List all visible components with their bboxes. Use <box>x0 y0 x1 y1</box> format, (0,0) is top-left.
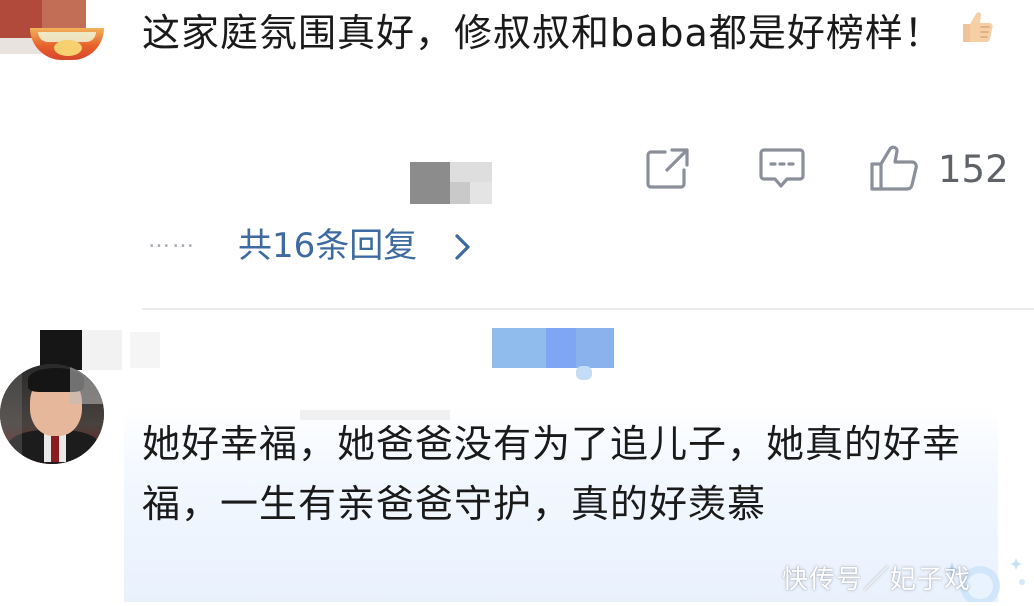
share-button[interactable] <box>645 146 691 190</box>
watermelon-badge-icon <box>30 28 104 60</box>
mosaic-censor <box>410 162 492 204</box>
watermark: 快传号／妃子戏 <box>782 565 972 595</box>
chevron-right-icon[interactable] <box>452 232 474 262</box>
username-mosaic-censor <box>492 328 614 380</box>
comment-button[interactable] <box>757 146 807 190</box>
like-count: 152 <box>938 148 1009 191</box>
avatar-blur <box>70 364 104 404</box>
avatar-blur <box>0 364 22 464</box>
comment-body: 这家庭氛围真好，修叔叔和baba都是好榜样！ <box>142 11 943 55</box>
thumbs-up-icon <box>870 145 918 191</box>
view-replies-link[interactable]: 共16条回复 <box>238 222 417 270</box>
mosaic-censor <box>130 332 160 368</box>
comment-divider <box>142 308 1034 310</box>
reply-dots: …… <box>148 228 196 253</box>
like-button[interactable] <box>868 144 920 192</box>
avatar[interactable] <box>0 364 104 464</box>
comment-text: 这家庭氛围真好，修叔叔和baba都是好榜样！ <box>142 4 1002 62</box>
comment-icon <box>759 148 805 188</box>
avatar[interactable] <box>0 0 112 62</box>
avatar-tie <box>51 436 59 462</box>
share-icon <box>646 148 689 189</box>
thumbs-up-emoji-icon <box>957 4 997 62</box>
comment-text: 她好幸福，她爸爸没有为了追儿子，她真的好幸福，一生有亲爸爸守护，真的好羡慕 <box>142 422 962 526</box>
